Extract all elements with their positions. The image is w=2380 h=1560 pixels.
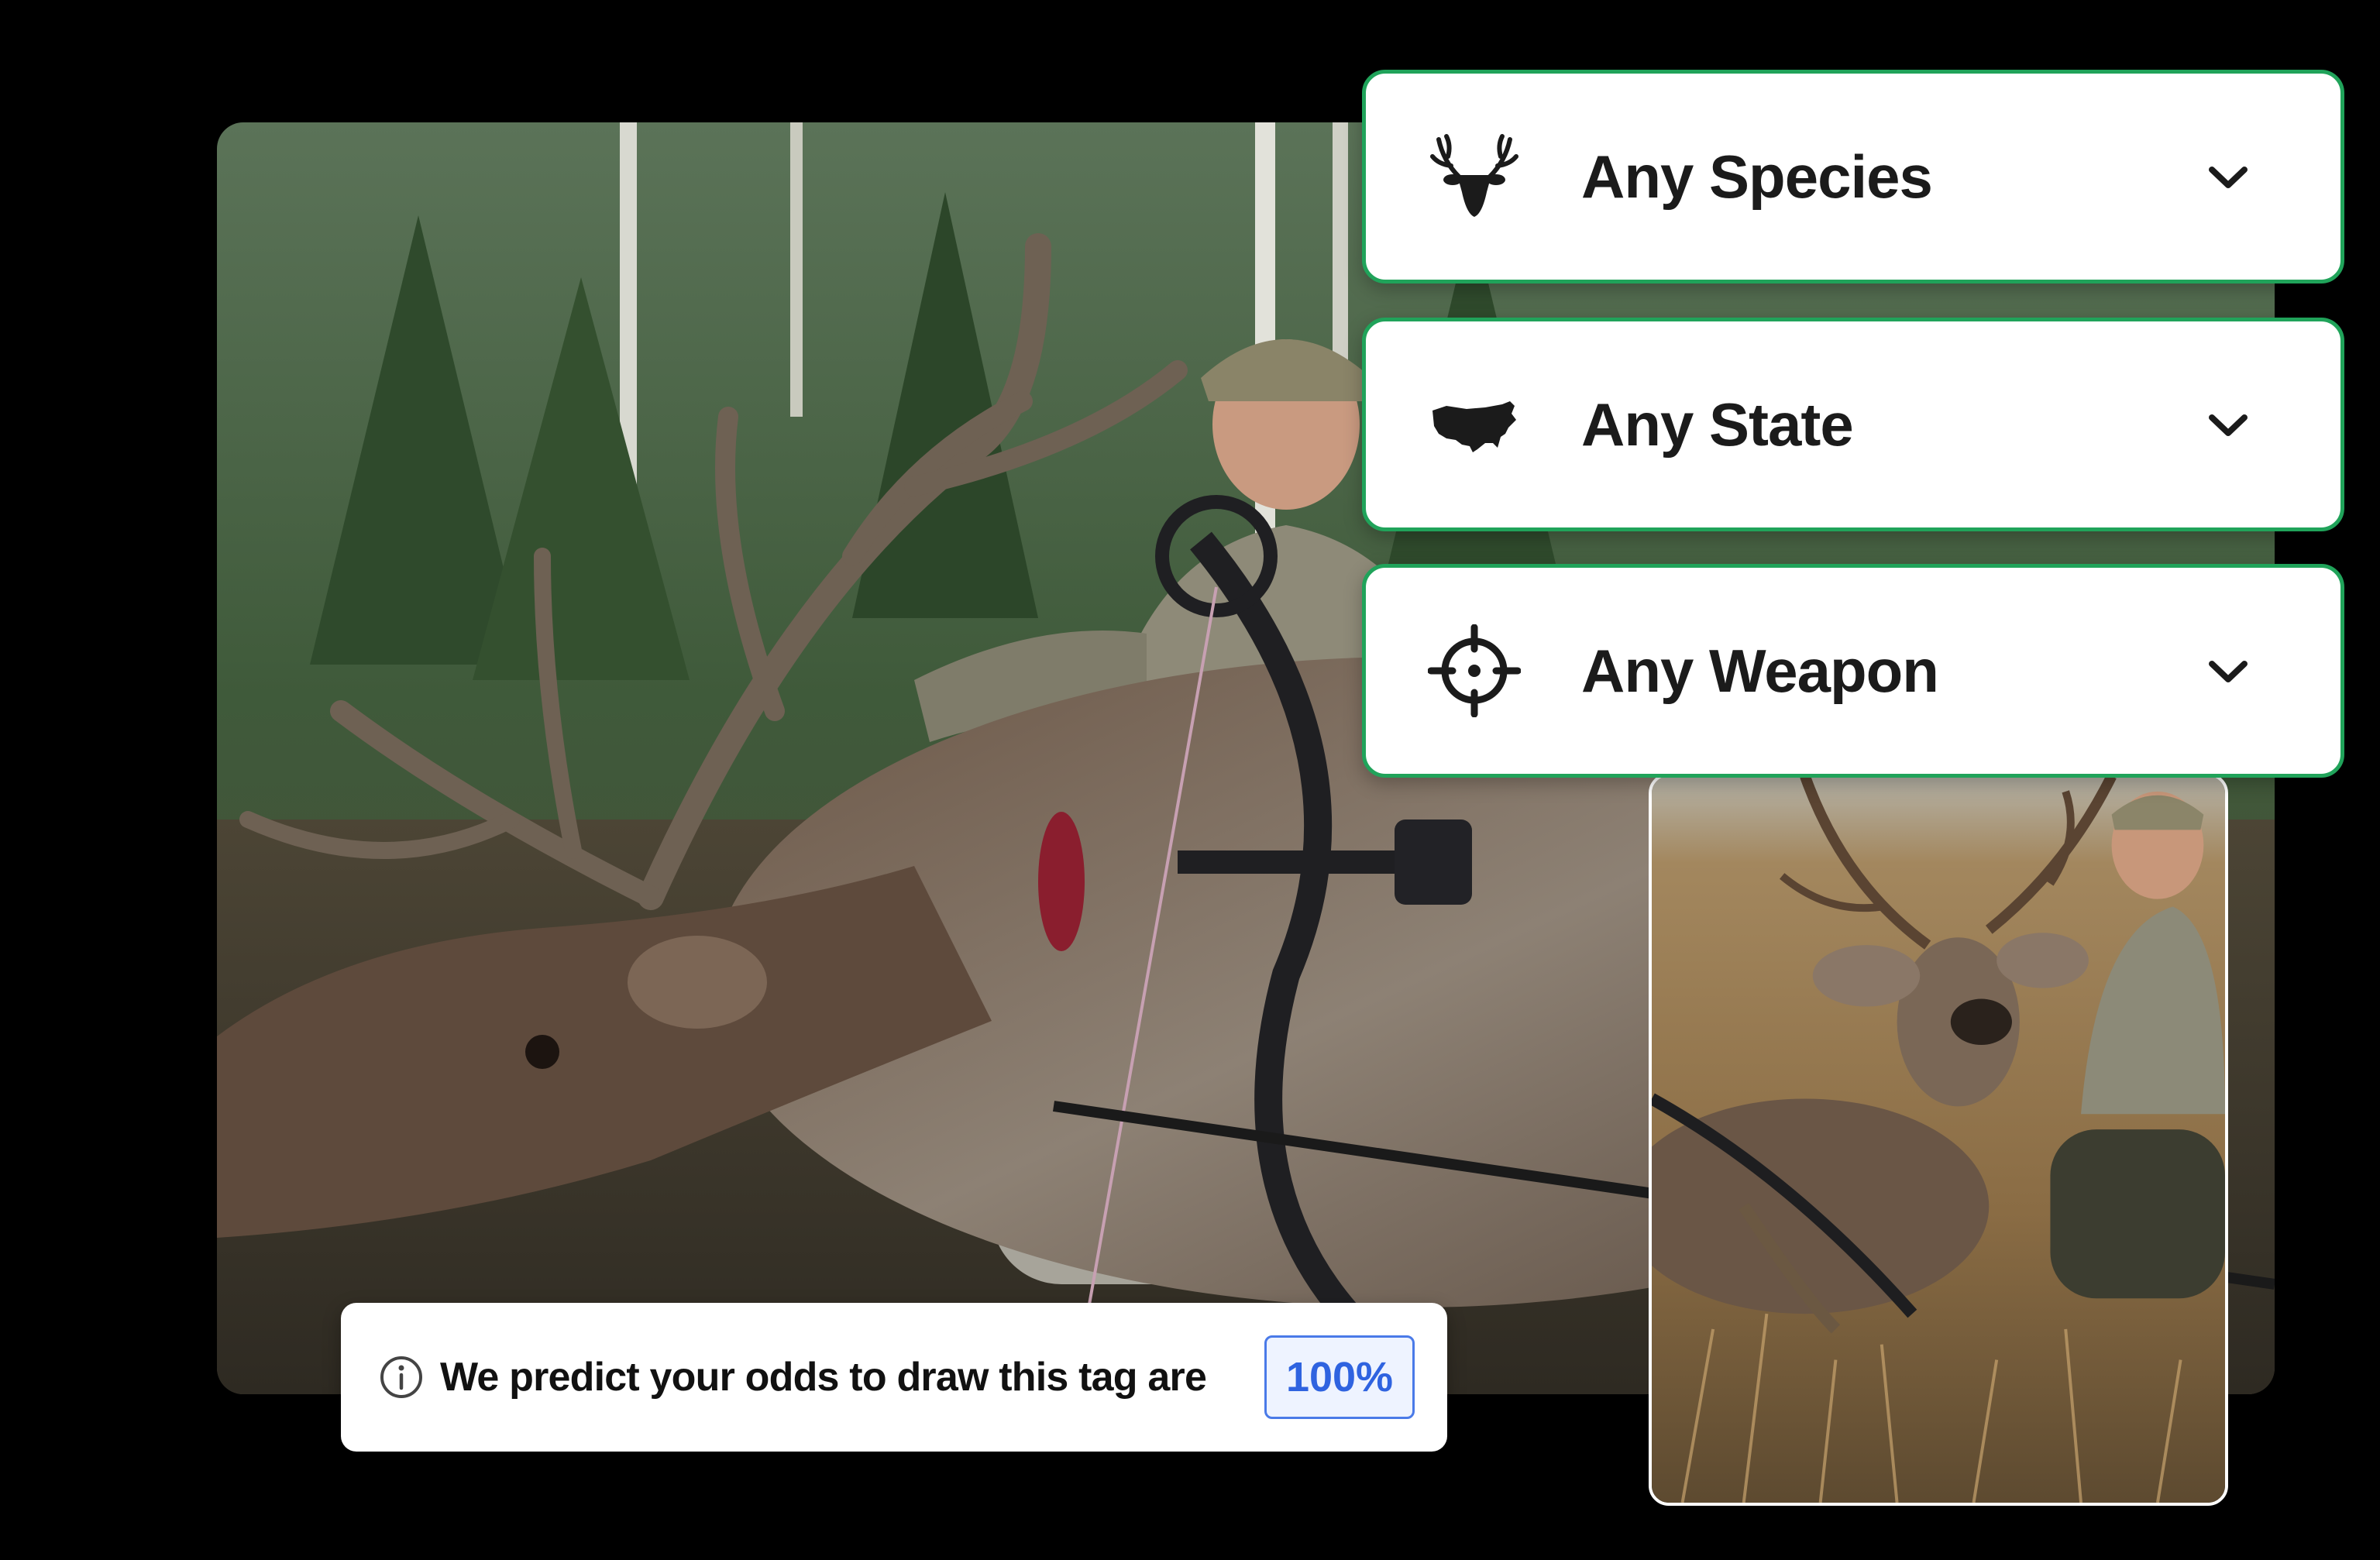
deer-head-icon xyxy=(1428,130,1521,223)
species-dropdown[interactable]: Any Species xyxy=(1362,70,2344,283)
species-dropdown-label: Any Species xyxy=(1581,142,1933,211)
hunter-with-mule-deer-photo xyxy=(1649,773,2228,1506)
crosshair-icon xyxy=(1428,624,1521,717)
chevron-down-icon xyxy=(2201,397,2255,452)
usa-map-icon xyxy=(1428,378,1521,471)
app-canvas: Any Species Any State Any Weapon We pred… xyxy=(0,0,2380,1560)
state-dropdown[interactable]: Any State xyxy=(1362,318,2344,531)
chevron-down-icon xyxy=(2201,149,2255,204)
odds-prediction-banner: We predict your odds to draw this tag ar… xyxy=(341,1303,1447,1452)
weapon-dropdown[interactable]: Any Weapon xyxy=(1362,564,2344,778)
weapon-dropdown-label: Any Weapon xyxy=(1581,636,1939,705)
info-icon[interactable] xyxy=(378,1354,425,1400)
chevron-down-icon xyxy=(2201,644,2255,698)
odds-text: We predict your odds to draw this tag ar… xyxy=(440,1355,1207,1400)
odds-value-badge: 100% xyxy=(1264,1335,1415,1419)
state-dropdown-label: Any State xyxy=(1581,390,1854,459)
